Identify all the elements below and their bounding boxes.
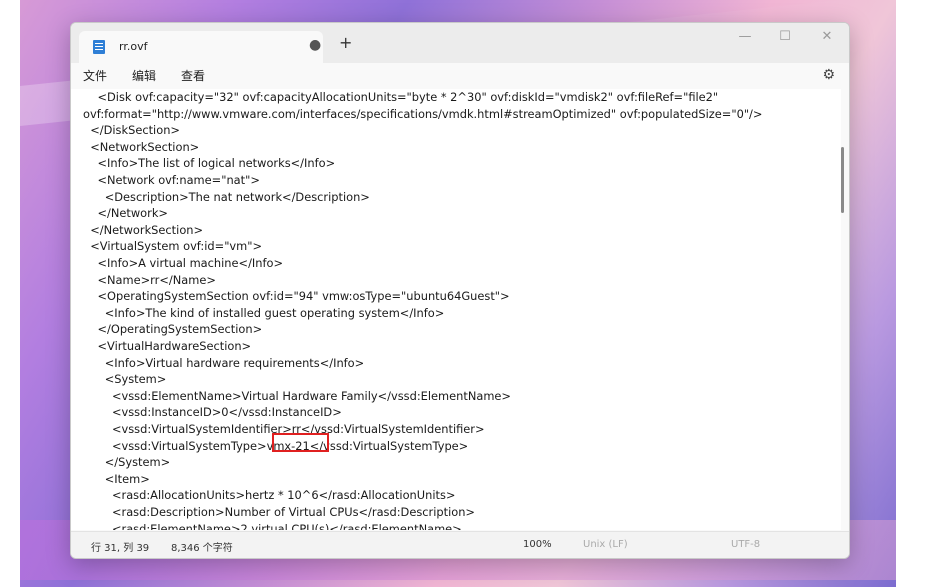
zoom-level[interactable]: 100% [523, 539, 552, 550]
tab-rr-ovf[interactable]: rr.ovf ● [79, 31, 323, 63]
editor-line: </System> [83, 455, 171, 470]
unsaved-dot-icon[interactable]: ● [309, 37, 321, 53]
editor-line: <VirtualSystem ovf:id="vm"> [83, 239, 263, 254]
editor-line: </Network> [83, 206, 168, 221]
editor-line: ovf:format="http://www.vmware.com/interf… [83, 106, 763, 121]
vertical-scrollbar[interactable] [841, 147, 844, 213]
editor-line: </NetworkSection> [83, 222, 204, 237]
close-button[interactable]: ✕ [807, 29, 847, 44]
editor-line: <Network ovf:name="nat"> [83, 173, 260, 187]
tab-title: rr.ovf [119, 40, 148, 53]
editor-line: <rasd:AllocationUnits>hertz * 10^6</rasd… [83, 488, 456, 503]
editor-line: <Name>rr</Name> [83, 272, 216, 287]
add-tab-button[interactable]: + [339, 35, 352, 51]
editor-line: <Info>The kind of installed guest operat… [83, 305, 445, 320]
editor-line: <NetworkSection> [83, 139, 200, 154]
editor-line: <Description>The nat network</Descriptio… [83, 189, 370, 204]
character-count: 8,346 个字符 [171, 543, 233, 554]
editor-line: <OperatingSystemSection ovf:id="94" vmw:… [83, 289, 510, 304]
notepad-icon [93, 40, 105, 54]
editor-line: </DiskSection> [83, 123, 180, 138]
menu-bar: 文件 编辑 查看 ⚙ [71, 63, 849, 89]
editor-line: <Disk ovf:capacity="32" ovf:capacityAllo… [83, 90, 719, 104]
editor-line: <Info>A virtual machine</Info> [83, 256, 284, 270]
editor-line: <vssd:ElementName>Virtual Hardware Famil… [83, 388, 511, 403]
editor-line: <rasd:Description>Number of Virtual CPUs… [83, 505, 475, 519]
minimize-button[interactable]: — [725, 29, 765, 44]
highlight-box [272, 433, 329, 452]
editor-line: <VirtualHardwareSection> [83, 339, 252, 353]
editor-line: <rasd:ElementName>2 virtual CPU(s)</rasd… [83, 521, 462, 530]
editor-line: </OperatingSystemSection> [83, 322, 263, 337]
status-bar: 行 31, 列 39 8,346 个字符 100% Unix (LF) UTF-… [71, 531, 849, 558]
title-bar: rr.ovf ● + — ☐ ✕ [71, 23, 849, 63]
line-ending[interactable]: Unix (LF) [583, 539, 628, 550]
menu-file[interactable]: 文件 [83, 67, 107, 84]
cursor-position: 行 31, 列 39 [91, 543, 150, 554]
maximize-button[interactable]: ☐ [765, 29, 805, 44]
editor-line: <Item> [83, 471, 150, 486]
menu-view[interactable]: 查看 [181, 67, 205, 84]
editor-line: <vssd:InstanceID>0</vssd:InstanceID> [83, 405, 342, 420]
notepad-window: rr.ovf ● + — ☐ ✕ 文件 编辑 查看 ⚙ <Disk ovf:ca… [70, 22, 850, 559]
settings-gear-icon[interactable]: ⚙ [822, 67, 835, 83]
editor-line: <System> [83, 372, 167, 387]
editor-line: <Info>Virtual hardware requirements</Inf… [83, 355, 365, 370]
text-editor[interactable]: <Disk ovf:capacity="32" ovf:capacityAllo… [71, 89, 841, 530]
editor-line: <Info>The list of logical networks</Info… [83, 156, 336, 171]
encoding[interactable]: UTF-8 [731, 539, 760, 550]
menu-edit[interactable]: 编辑 [132, 67, 156, 84]
